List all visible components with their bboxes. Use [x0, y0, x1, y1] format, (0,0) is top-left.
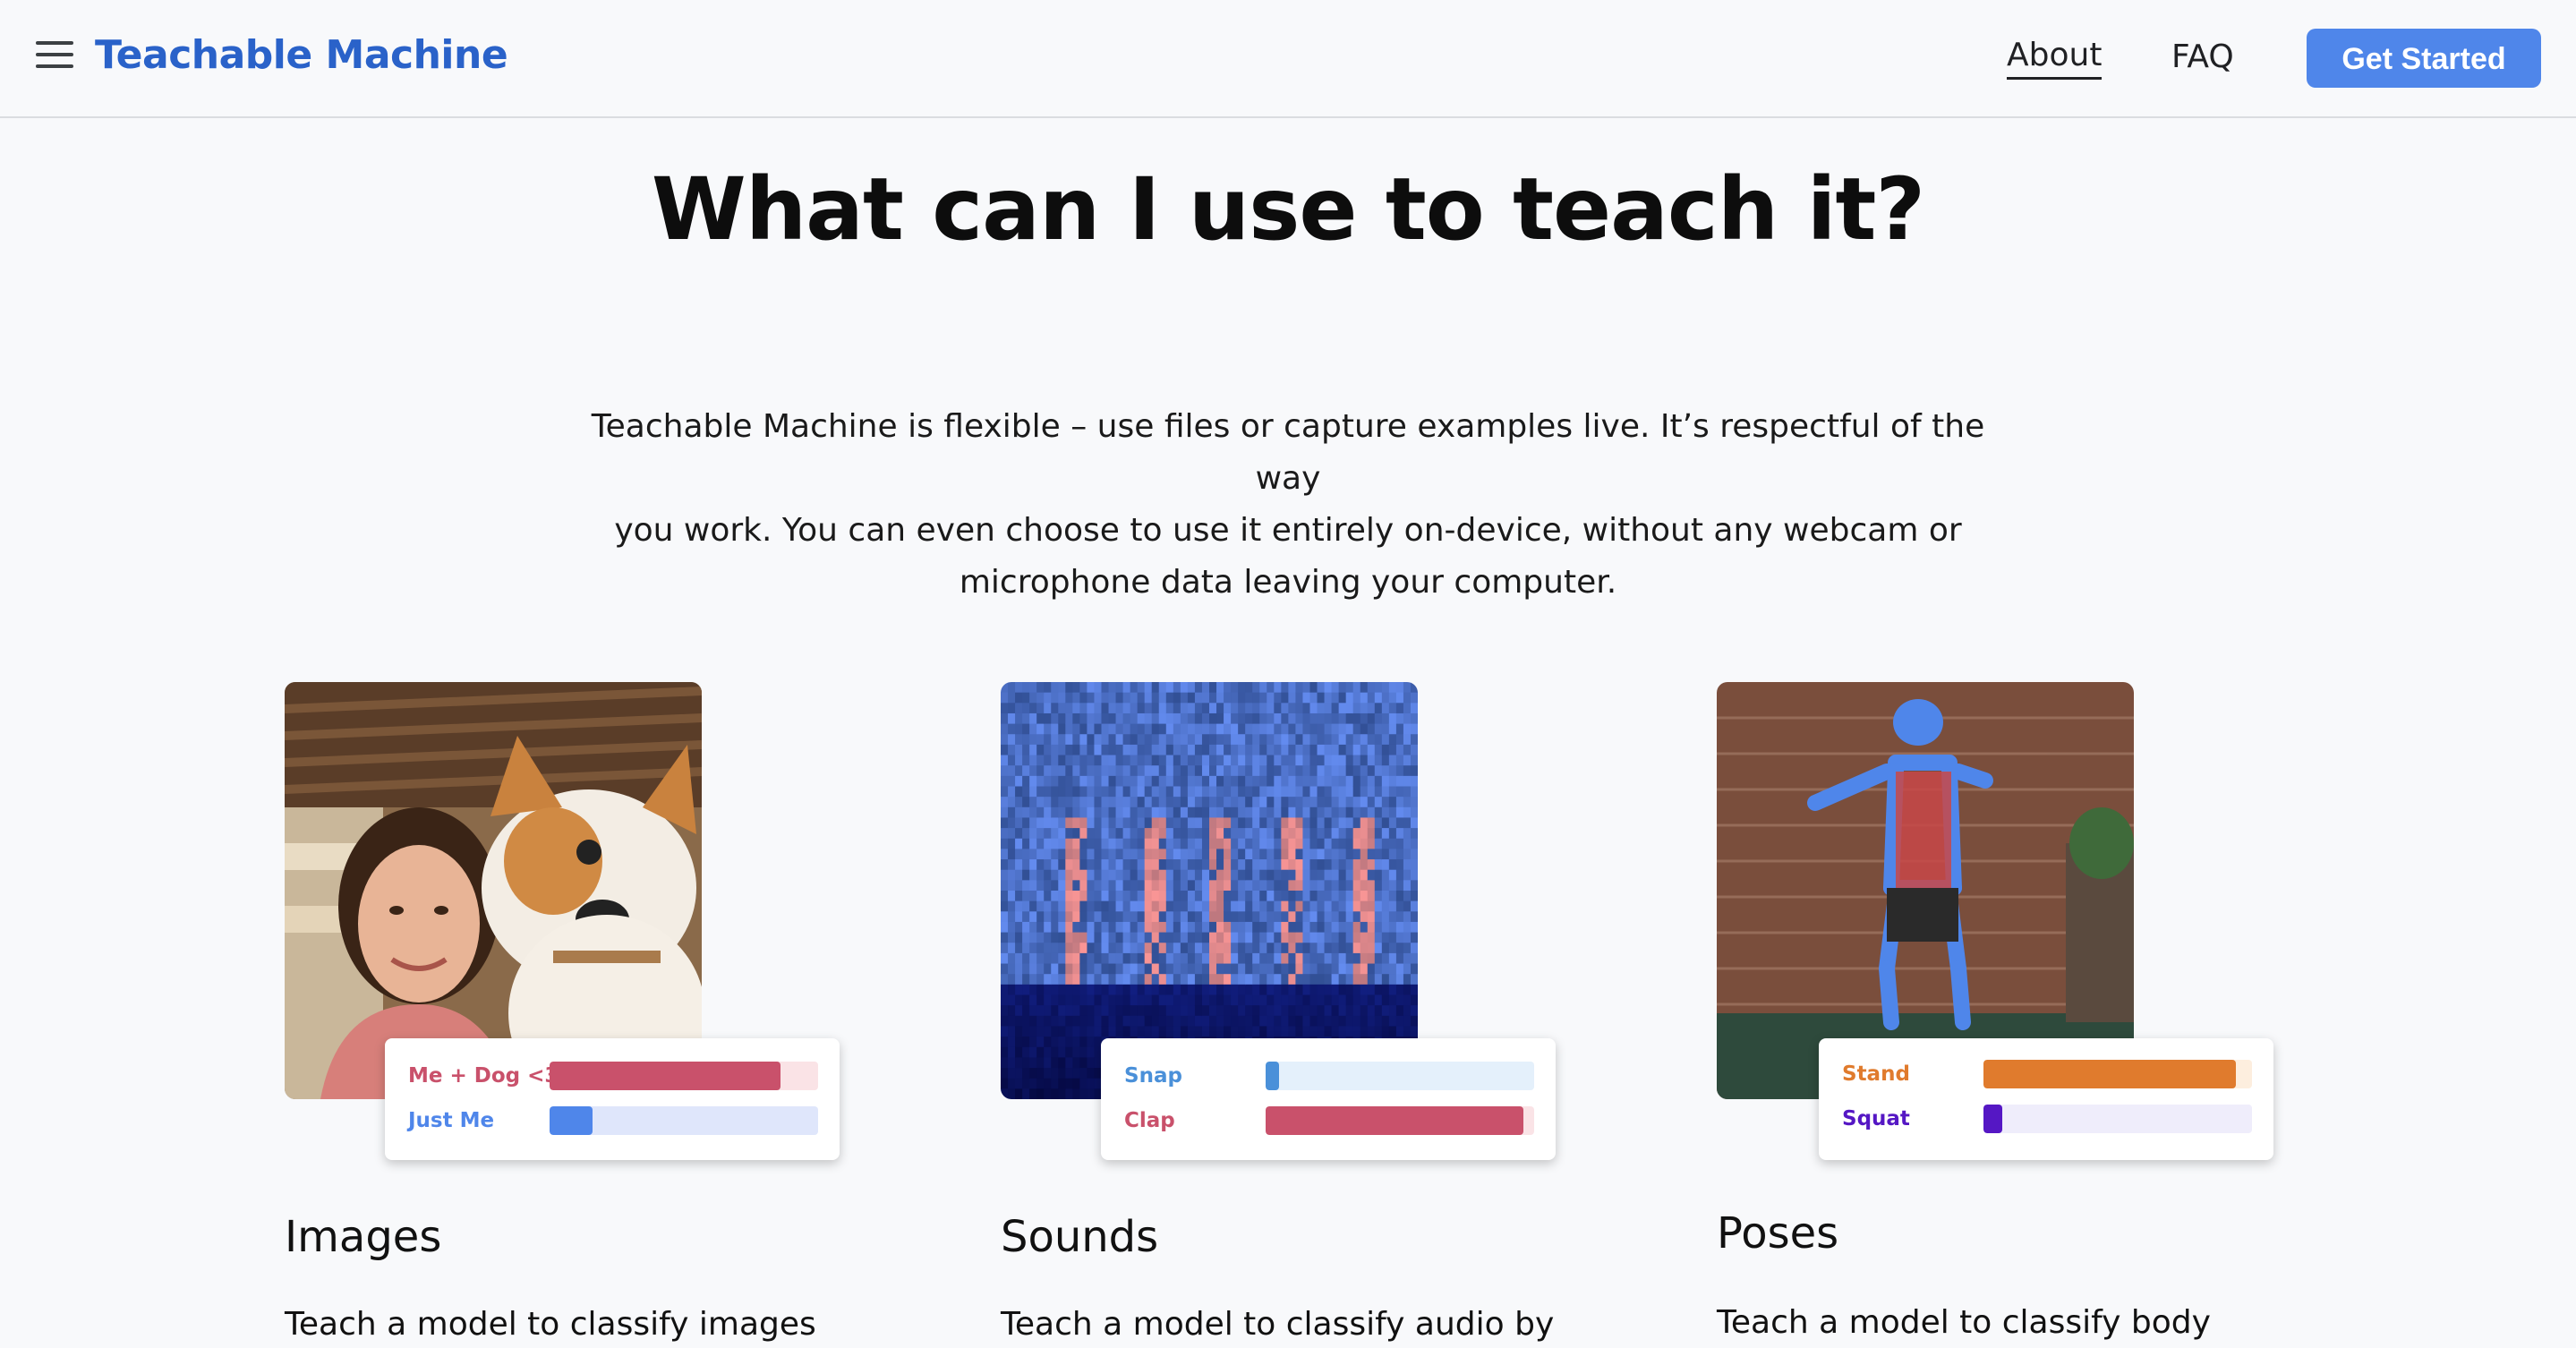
class-row-me-dog: Me + Dog <3 — [385, 1060, 840, 1092]
classification-results-panel: Me + Dog <3 Just Me — [385, 1038, 840, 1160]
get-started-button[interactable]: Get Started — [2307, 29, 2541, 88]
class-row-snap: Snap — [1101, 1060, 1556, 1092]
class-row-squat: Squat — [1819, 1103, 2273, 1135]
confidence-bar — [1983, 1105, 2252, 1133]
classification-results-panel: Snap Clap — [1101, 1038, 1556, 1160]
top-navigation-bar: Teachable Machine About FAQ Get Started — [0, 0, 2576, 118]
intro-paragraph: Teachable Machine is flexible – use file… — [572, 401, 2004, 609]
confidence-bar — [1266, 1062, 1534, 1090]
confidence-fill — [550, 1106, 593, 1135]
class-label: Me + Dog <3 — [408, 1064, 559, 1088]
confidence-fill — [1266, 1106, 1523, 1135]
class-label: Clap — [1124, 1109, 1175, 1132]
selfie-with-plush-dog-photo — [285, 682, 702, 1099]
card-description: Teach a model to classify audio by — [1001, 1306, 1555, 1343]
card-description: Teach a model to classify body — [1717, 1304, 2211, 1341]
classification-results-panel: Stand Squat — [1819, 1038, 2273, 1160]
intro-line: you work. You can even choose to use it … — [614, 512, 1962, 549]
confidence-fill — [1983, 1105, 2002, 1133]
confidence-fill — [1266, 1062, 1279, 1090]
section-title: What can I use to teach it? — [651, 159, 1925, 260]
confidence-bar — [550, 1106, 818, 1135]
class-label: Squat — [1842, 1107, 1910, 1130]
intro-line: microphone data leaving your computer. — [959, 564, 1617, 601]
nav-link-faq[interactable]: FAQ — [2171, 34, 2234, 81]
nav-link-about[interactable]: About — [2007, 34, 2103, 80]
card-description: Teach a model to classify images — [285, 1306, 816, 1343]
class-row-clap: Clap — [1101, 1105, 1556, 1137]
class-label: Just Me — [408, 1109, 495, 1132]
spectrogram-image — [1001, 682, 1418, 1099]
card-title: Sounds — [1001, 1212, 1159, 1262]
confidence-fill — [550, 1062, 780, 1090]
confidence-bar — [1266, 1106, 1534, 1135]
pose-skeleton-photo — [1717, 682, 2134, 1099]
confidence-bar — [1983, 1060, 2252, 1088]
class-row-just-me: Just Me — [385, 1105, 840, 1137]
confidence-bar — [550, 1062, 818, 1090]
card-title: Poses — [1717, 1208, 1839, 1258]
brand-logo-link[interactable]: Teachable Machine — [95, 27, 508, 84]
class-label: Stand — [1842, 1062, 1910, 1086]
confidence-fill — [1983, 1060, 2236, 1088]
intro-line: Teachable Machine is flexible – use file… — [591, 408, 1985, 497]
class-row-stand: Stand — [1819, 1058, 2273, 1090]
card-title: Images — [285, 1212, 442, 1262]
hamburger-menu-icon[interactable] — [36, 41, 73, 72]
class-label: Snap — [1124, 1064, 1182, 1088]
